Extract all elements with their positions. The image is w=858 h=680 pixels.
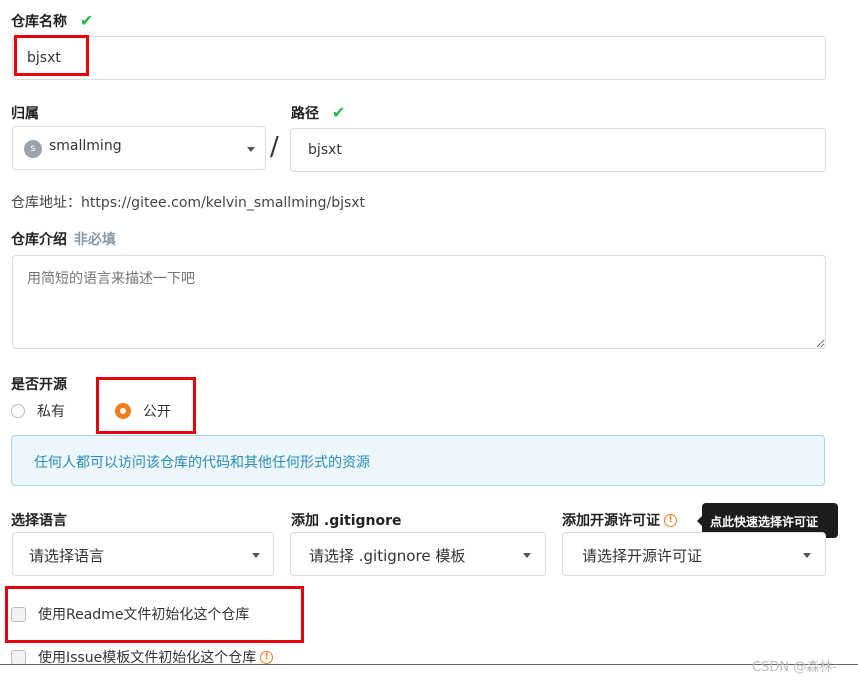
visibility-label: 是否开源 [11,377,67,393]
repo-name-value: bjsxt [27,50,61,66]
radio-private-circle[interactable] [11,404,25,418]
chevron-down-icon [252,553,260,558]
repo-name-label: 仓库名称 ✔ [11,11,94,30]
gitignore-select[interactable]: 请选择 .gitignore 模板 [290,532,546,576]
language-placeholder: 请选择语言 [29,547,105,565]
gitignore-placeholder: 请选择 .gitignore 模板 [309,547,466,565]
avatar: s [24,140,42,158]
chevron-down-icon [803,553,811,558]
init-readme-option[interactable]: 使用Readme文件初始化这个仓库 [11,604,249,624]
radio-public-label: 公开 [143,404,171,420]
license-select[interactable]: 请选择开源许可证 [562,532,826,576]
description-textarea[interactable] [12,255,826,349]
language-select[interactable]: 请选择语言 [12,532,274,576]
owner-label: 归属 [11,106,39,122]
watermark: CSDN @森林- [752,660,837,675]
radio-private-label: 私有 [37,404,65,420]
license-label: 添加开源许可证 ! [562,510,677,530]
info-icon[interactable]: ! [260,650,274,664]
radio-public-circle[interactable] [115,403,131,419]
radio-private[interactable]: 私有 [11,401,65,421]
tooltip-text: 点此快速选择许可证 [710,515,819,529]
tooltip-arrow [697,516,702,526]
repo-name-input[interactable]: bjsxt [12,36,826,80]
path-value: bjsxt [308,142,342,158]
owner-select[interactable]: s smallming [12,126,266,170]
path-separator: / [270,132,279,162]
path-label: 路径 ✔ [291,103,346,122]
chevron-down-icon [523,553,531,558]
check-icon: ✔ [79,11,94,30]
info-icon[interactable]: ! [664,513,677,527]
path-input[interactable]: bjsxt [290,128,826,172]
notice-text: 任何人都可以访问该仓库的代码和其他任何形式的资源 [34,455,370,471]
visibility-notice: 任何人都可以访问该仓库的代码和其他任何形式的资源 [11,435,825,486]
radio-public[interactable]: 公开 [115,401,171,421]
gitignore-label: 添加 .gitignore [291,513,402,529]
chevron-down-icon [247,147,255,152]
init-readme-label: 使用Readme文件初始化这个仓库 [38,607,250,623]
optional-hint: 非必填 [73,232,116,248]
description-label: 仓库介绍 非必填 [11,232,116,248]
init-issue-checkbox[interactable] [11,649,26,665]
divider [0,664,858,665]
license-placeholder: 请选择开源许可证 [582,547,703,565]
language-label: 选择语言 [11,513,67,529]
repo-url-text: 仓库地址：https://gitee.com/kelvin_smallming/… [11,195,366,211]
init-readme-checkbox[interactable] [11,606,26,622]
owner-value: smallming [49,138,122,154]
check-icon: ✔ [331,103,346,122]
